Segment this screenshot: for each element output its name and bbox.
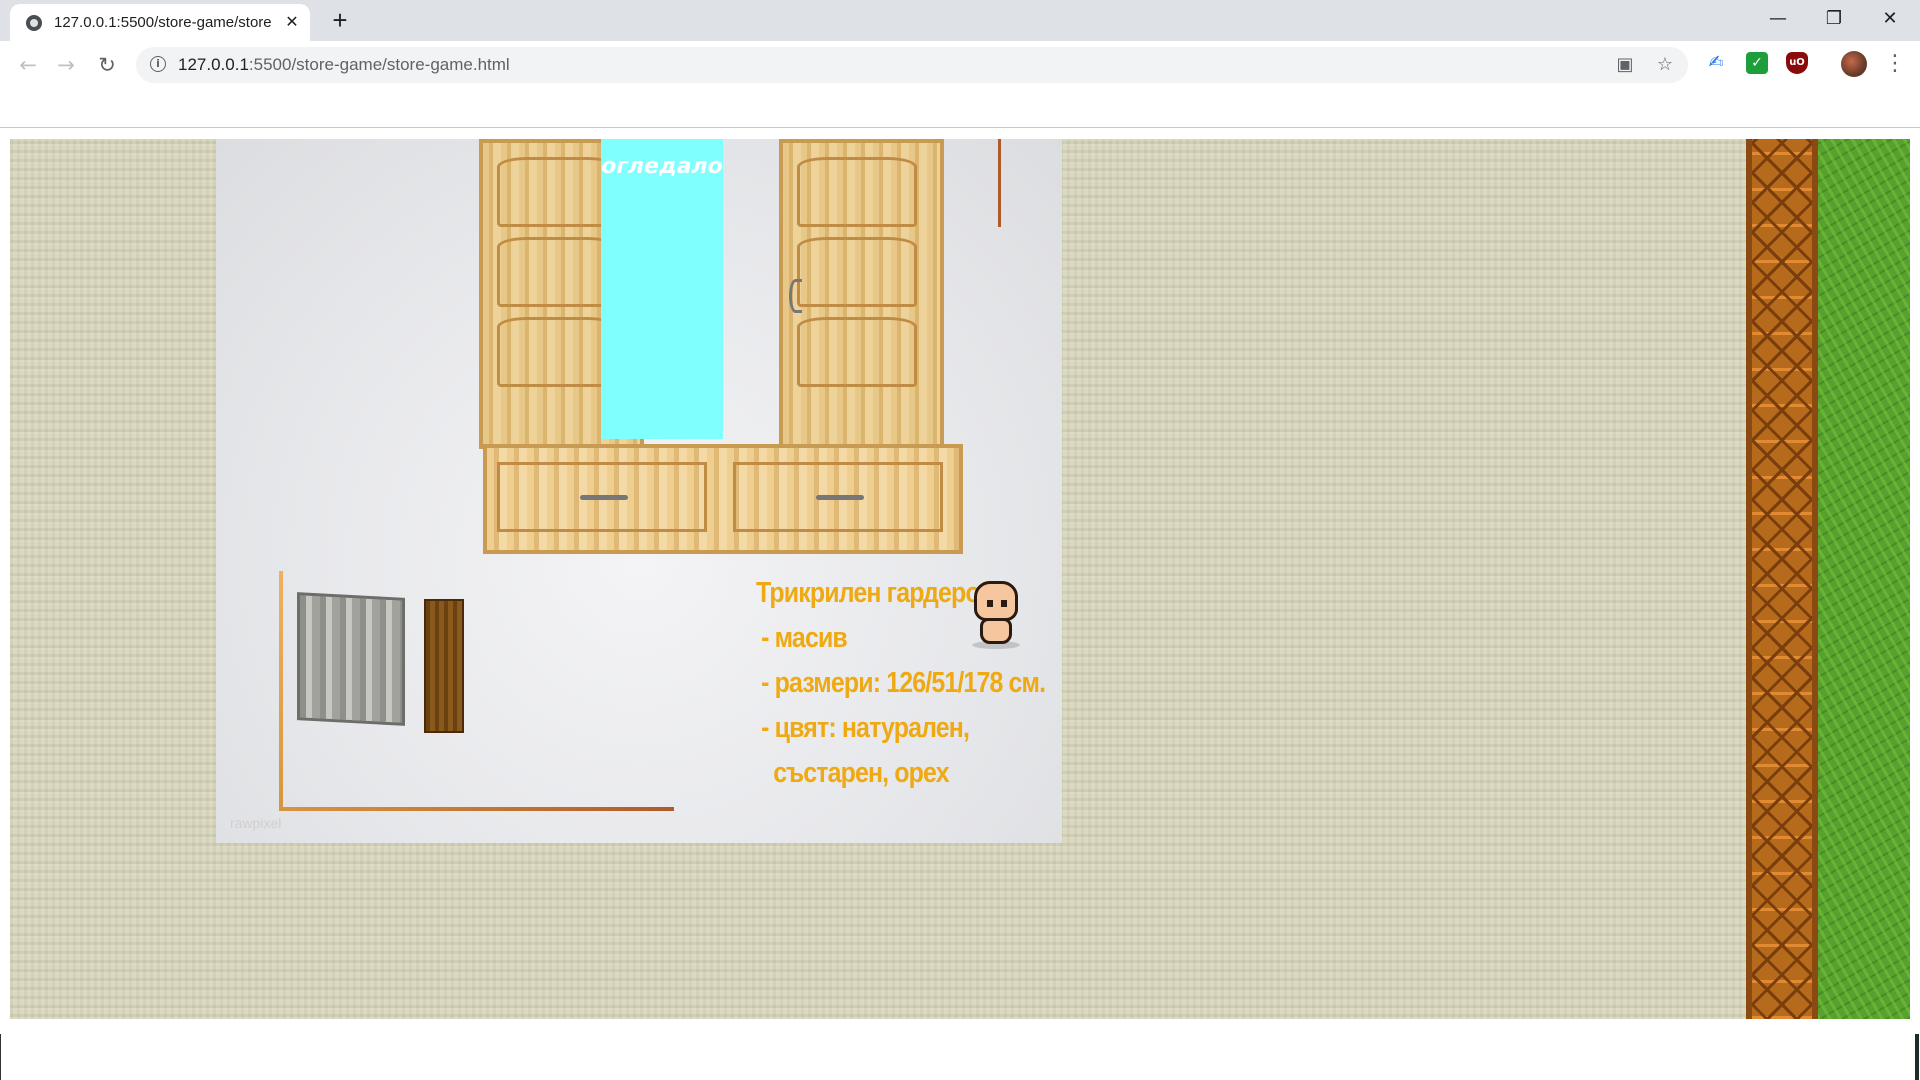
character-eye (1001, 600, 1007, 607)
character-head (974, 581, 1018, 621)
grass-strip (1818, 139, 1910, 1019)
translate-icon[interactable]: ▣ (1614, 54, 1636, 76)
info-icon[interactable]: i (150, 56, 166, 72)
page-viewport: огледало rawpixel Трикрилен гардероб - м… (0, 128, 1920, 1080)
page-favicon-icon (26, 15, 42, 31)
bookmark-bar-area (0, 89, 1920, 128)
wardrobe-thumbnail-walnut (424, 599, 464, 733)
menu-dots-icon[interactable]: ⋮ (1884, 50, 1906, 78)
browser-tab[interactable]: 127.0.0.1:5500/store-game/store ✕ (10, 4, 310, 41)
extension-icon[interactable]: ✍ (1705, 52, 1727, 74)
reload-icon[interactable]: ↻ (93, 51, 121, 79)
drawer (733, 462, 943, 532)
browser-toolbar: ← → ↻ i 127.0.0.1:5500/store-game/store-… (0, 41, 1920, 89)
frame-line-vertical (279, 571, 283, 811)
character-body (980, 618, 1012, 644)
minimize-icon[interactable]: — (1750, 0, 1806, 38)
watermark: rawpixel (230, 815, 282, 831)
wardrobe-drawers (483, 444, 963, 554)
close-window-icon[interactable]: ✕ (1862, 0, 1918, 38)
checkmark-extension-icon[interactable]: ✓ (1746, 52, 1768, 74)
door-handle (789, 279, 802, 313)
forward-icon[interactable]: → (52, 51, 80, 79)
new-tab-button[interactable]: + (326, 6, 354, 34)
door-panel (497, 157, 617, 227)
wall-rod (998, 139, 1001, 227)
door-panel (797, 317, 917, 387)
page-edge-left (0, 1034, 1, 1080)
door-panel (497, 237, 617, 307)
mirror-label: огледало (601, 154, 723, 179)
back-icon[interactable]: ← (14, 51, 42, 79)
character-eye (987, 600, 993, 607)
browser-tabstrip: 127.0.0.1:5500/store-game/store ✕ + — ❐ … (0, 0, 1920, 41)
mirror-panel: огледало (601, 139, 723, 439)
product-image-panel: огледало rawpixel Трикрилен гардероб - м… (216, 139, 1062, 843)
wardrobe-thumbnail-grey (297, 592, 405, 726)
frame-line-horizontal (279, 807, 674, 811)
description-line: състарен, орех (773, 757, 949, 789)
door-panel (797, 237, 917, 307)
profile-avatar[interactable] (1841, 51, 1867, 77)
description-line: - цвят: натурален, (761, 712, 970, 744)
wooden-fence (1746, 139, 1818, 1019)
drawer-pull (580, 495, 628, 500)
tab-title: 127.0.0.1:5500/store-game/store (54, 14, 272, 31)
door-panel (497, 317, 617, 387)
address-bar[interactable]: i 127.0.0.1:5500/store-game/store-game.h… (136, 47, 1688, 83)
description-line: - размери: 126/51/178 см. (761, 667, 1046, 699)
door-panel (797, 157, 917, 227)
page-edge-right (1915, 1034, 1919, 1080)
player-character[interactable] (966, 581, 1026, 649)
address-url[interactable]: 127.0.0.1:5500/store-game/store-game.htm… (178, 55, 510, 75)
wardrobe-right-door (779, 139, 944, 449)
wardrobe-image (479, 139, 979, 559)
restore-icon[interactable]: ❐ (1806, 0, 1862, 38)
tab-close-icon[interactable]: ✕ (282, 12, 302, 32)
drawer-pull (816, 495, 864, 500)
drawer (497, 462, 707, 532)
bookmark-star-icon[interactable]: ☆ (1654, 54, 1676, 76)
ublock-icon[interactable]: uO (1786, 52, 1808, 74)
